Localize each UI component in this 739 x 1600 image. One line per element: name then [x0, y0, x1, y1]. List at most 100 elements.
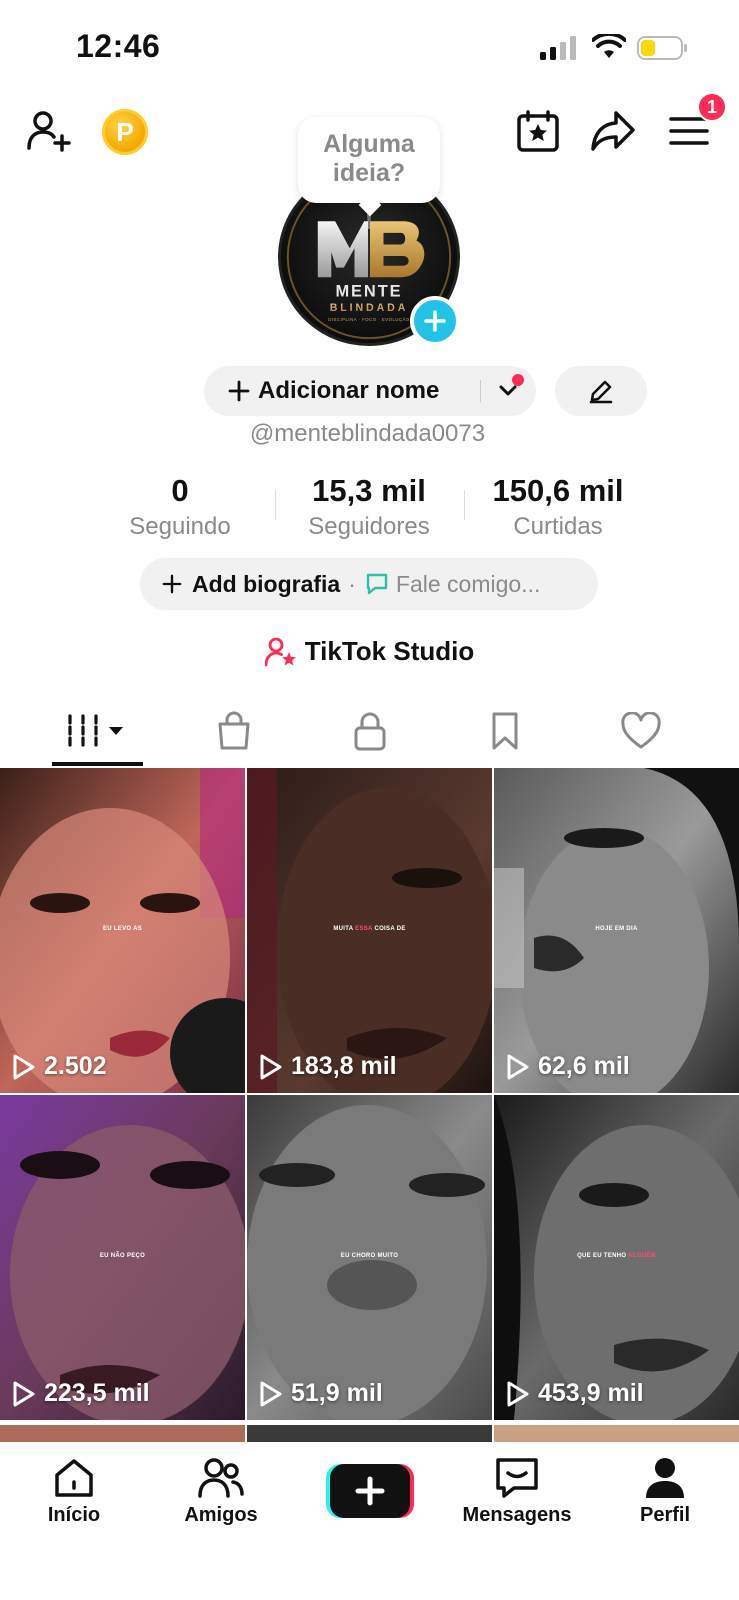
- idea-tooltip[interactable]: Alguma ideia?: [298, 117, 440, 203]
- caption-highlight: ALGUÉM: [628, 1253, 656, 1259]
- view-count: 453,9 mil: [506, 1379, 644, 1408]
- play-icon: [260, 1381, 282, 1406]
- view-count-text: 183,8 mil: [291, 1052, 397, 1080]
- view-count-text: 223,5 mil: [44, 1379, 150, 1407]
- add-person-icon: [27, 111, 71, 152]
- view-count: 2.502: [12, 1052, 107, 1081]
- add-avatar-button[interactable]: [410, 296, 460, 346]
- profile-tabs: [0, 700, 739, 768]
- caption-text: MUITA: [333, 926, 356, 932]
- chat-bubble-icon: [366, 573, 388, 595]
- stat-following[interactable]: 0 Seguindo: [100, 473, 260, 541]
- video-caption: QUE EU TENHO ALGUÉM: [494, 1253, 739, 1259]
- status-bar: 12:46: [0, 0, 739, 90]
- play-icon: [507, 1054, 529, 1079]
- video-caption: EU NÃO PEÇO: [0, 1253, 245, 1259]
- video-thumbnail[interactable]: EU LEVO AS 2.502: [0, 768, 245, 1093]
- logo-text-blindada: BLINDADA: [330, 302, 409, 314]
- nav-home[interactable]: Início: [9, 1456, 139, 1527]
- username-text: @menteblindada0073: [249, 420, 486, 447]
- video-caption: MUITA ESSA COISA DE: [247, 926, 492, 932]
- pencil-icon: [589, 380, 613, 404]
- logo-text-mente: MENTE: [335, 283, 402, 301]
- bio-separator: ·: [348, 570, 356, 597]
- nav-friends[interactable]: Amigos: [156, 1456, 286, 1527]
- nav-label: Amigos: [184, 1504, 258, 1526]
- share-arrow-icon: [591, 111, 635, 151]
- tab-saved[interactable]: [445, 700, 565, 762]
- caption-text: EU CHORO MUITO: [340, 1253, 399, 1259]
- creator-star-icon: [264, 637, 296, 666]
- bio-pill[interactable]: Add biografia · Fale comigo...: [140, 558, 598, 610]
- caption-highlight: ESSA: [355, 926, 373, 932]
- logo-tagline: DISCIPLINA · FOCO · EVOLUÇÃO: [328, 317, 410, 322]
- plus-icon: [228, 380, 250, 402]
- lock-icon: [354, 712, 386, 751]
- stat-value: 150,6 mil: [492, 473, 624, 508]
- bookmark-icon: [492, 712, 518, 750]
- tab-private[interactable]: [310, 700, 430, 762]
- calendar-star-icon: [517, 110, 559, 152]
- new-indicator-dot: [512, 374, 524, 386]
- play-icon: [13, 1054, 35, 1079]
- edit-profile-button[interactable]: [555, 366, 647, 416]
- idea-line-1: Alguma: [323, 130, 415, 158]
- view-count: 183,8 mil: [259, 1052, 397, 1081]
- stat-label: Seguidores: [308, 513, 430, 540]
- caption-text: EU NÃO PEÇO: [99, 1253, 146, 1259]
- stat-label: Seguindo: [129, 513, 231, 540]
- profile-icon: [646, 1458, 684, 1498]
- tab-videos[interactable]: [38, 700, 158, 762]
- nav-profile[interactable]: Perfil: [600, 1456, 730, 1527]
- view-count: 223,5 mil: [12, 1379, 150, 1408]
- grid-icon: [68, 714, 123, 748]
- stat-likes[interactable]: 150,6 mil Curtidas: [470, 473, 646, 541]
- idea-line-2: ideia?: [332, 159, 406, 187]
- contact-label[interactable]: Fale comigo...: [396, 571, 540, 598]
- view-count: 62,6 mil: [506, 1052, 630, 1081]
- stat-value: 15,3 mil: [312, 473, 426, 508]
- tab-shop[interactable]: [174, 700, 294, 762]
- view-count-text: 453,9 mil: [538, 1379, 644, 1407]
- friends-icon: [198, 1458, 244, 1498]
- nav-label: Início: [47, 1504, 101, 1526]
- nav-label: Mensagens: [462, 1504, 572, 1526]
- caption-text: QUE EU TENHO: [577, 1253, 629, 1259]
- video-thumbnail[interactable]: MUITA ESSA COISA DE 183,8 mil: [247, 768, 492, 1093]
- video-thumbnail[interactable]: QUE EU TENHO ALGUÉM 453,9 mil: [494, 1095, 739, 1420]
- video-thumbnail[interactable]: EU NÃO PEÇO 223,5 mil: [0, 1095, 245, 1420]
- home-icon: [55, 1459, 93, 1497]
- video-thumbnail[interactable]: EU CHORO MUITO 51,9 mil: [247, 1095, 492, 1420]
- calendar-button[interactable]: [513, 106, 563, 156]
- plus-icon: [162, 574, 182, 594]
- heart-icon: [621, 712, 661, 749]
- caption-text-after: COISA DE: [372, 926, 406, 932]
- active-tab-indicator: [52, 762, 143, 766]
- create-button[interactable]: [326, 1464, 414, 1518]
- stat-divider: [464, 490, 465, 520]
- view-count-text: 51,9 mil: [291, 1379, 383, 1407]
- tiktok-studio-link[interactable]: TikTok Studio: [0, 636, 739, 667]
- bottom-navigation: Início Amigos Mensagens Perfil: [0, 1442, 739, 1600]
- plus-icon: [424, 310, 446, 332]
- wifi-icon: [592, 34, 626, 58]
- add-friend-button[interactable]: [24, 106, 74, 156]
- add-bio-label[interactable]: Add biografia: [192, 571, 340, 598]
- stat-value: 0: [171, 473, 189, 508]
- coins-button[interactable]: P: [102, 109, 148, 155]
- video-thumbnail[interactable]: HOJE EM DIA 62,6 mil: [494, 768, 739, 1093]
- caption-text: HOJE EM DIA: [595, 926, 638, 932]
- tab-liked[interactable]: [581, 700, 701, 762]
- pill-divider: [480, 380, 481, 402]
- add-name-button[interactable]: Adicionar nome: [204, 366, 536, 416]
- view-count: 51,9 mil: [259, 1379, 383, 1408]
- play-icon: [260, 1054, 282, 1079]
- battery-icon: [637, 36, 687, 60]
- username: @menteblindada0073: [0, 420, 739, 448]
- play-icon: [13, 1381, 35, 1406]
- stat-followers[interactable]: 15,3 mil Seguidores: [284, 473, 454, 541]
- share-profile-button[interactable]: [588, 106, 638, 156]
- nav-label: Perfil: [639, 1504, 691, 1526]
- nav-messages[interactable]: Mensagens: [452, 1456, 582, 1527]
- play-icon: [507, 1381, 529, 1406]
